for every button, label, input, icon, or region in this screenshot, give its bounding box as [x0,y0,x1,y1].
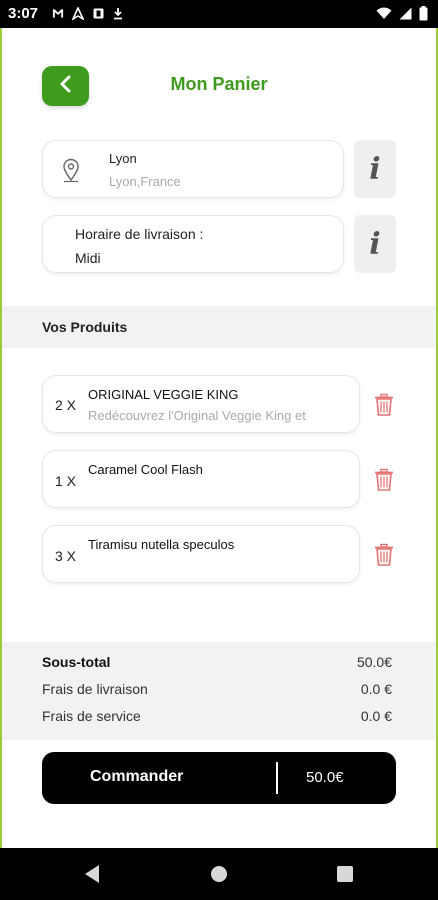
delivery-schedule-card[interactable]: Horaire de livraison : Midi [42,215,344,273]
trash-icon [375,468,393,491]
nav-recents-icon[interactable] [337,866,353,882]
status-notification-icons [52,6,124,20]
trash-icon [375,393,393,416]
product-description: Redécouvrez l'Original Veggie King et [88,408,306,423]
trash-icon [375,543,393,566]
status-time: 3:07 [8,5,39,22]
service-fee-label: Frais de service [42,708,141,724]
address-info-button[interactable]: i [354,140,396,198]
address-full: Lyon,France [109,174,181,189]
order-button-price: 50.0€ [306,769,344,786]
info-icon: i [369,151,381,187]
schedule-info-button[interactable]: i [354,215,396,273]
products-section-title: Vos Produits [42,319,128,335]
product-quantity: 1 X [55,473,77,489]
product-quantity: 2 X [55,397,77,413]
product-item[interactable]: 2 X ORIGINAL VEGGIE KING Redécouvrez l'O… [42,375,360,433]
subtotal-label: Sous-total [42,654,111,670]
status-system-icons [376,6,428,26]
product-item[interactable]: 3 X Tiramisu nutella speculos [42,525,360,583]
delivery-schedule-value: Midi [75,250,101,266]
product-name: ORIGINAL VEGGIE KING [88,387,239,402]
wifi-icon [376,7,392,25]
order-button[interactable]: Commander 50.0€ [42,752,396,804]
back-button[interactable] [42,66,89,106]
location-pin-icon [61,157,81,183]
status-bar: 3:07 [0,0,438,28]
service-fee-value: 0.0 € [360,708,392,724]
maps-icon [72,6,84,20]
battery-icon [419,6,428,26]
delivery-fee-value: 0.0 € [360,681,392,697]
signal-icon [399,7,412,25]
order-button-label: Commander [90,768,184,785]
download-icon [112,6,124,20]
address-city: Lyon [109,151,137,166]
system-nav-bar [0,848,438,900]
app-icon [92,6,104,20]
gmail-icon [52,6,64,20]
product-name: Caramel Cool Flash [88,462,203,477]
delete-product-button[interactable] [373,543,395,567]
product-quantity: 3 X [55,548,77,564]
nav-home-icon[interactable] [211,866,227,882]
product-name: Tiramisu nutella speculos [88,537,235,552]
products-section-header: Vos Produits [2,306,436,348]
delivery-schedule-label: Horaire de livraison : [75,226,204,242]
app-screen: Mon Panier Lyon Lyon,France i Horaire de… [2,28,436,848]
delete-product-button[interactable] [373,468,395,492]
delete-product-button[interactable] [373,393,395,417]
totals-section: Sous-total 50.0€ Frais de livraison 0.0 … [2,642,436,740]
delivery-fee-label: Frais de livraison [42,681,148,697]
nav-back-icon[interactable] [85,865,99,883]
subtotal-value: 50.0€ [356,654,392,670]
address-card[interactable]: Lyon Lyon,France [42,140,344,198]
order-button-divider [276,762,278,794]
chevron-left-icon [59,75,73,98]
product-item[interactable]: 1 X Caramel Cool Flash [42,450,360,508]
info-icon: i [369,226,381,262]
